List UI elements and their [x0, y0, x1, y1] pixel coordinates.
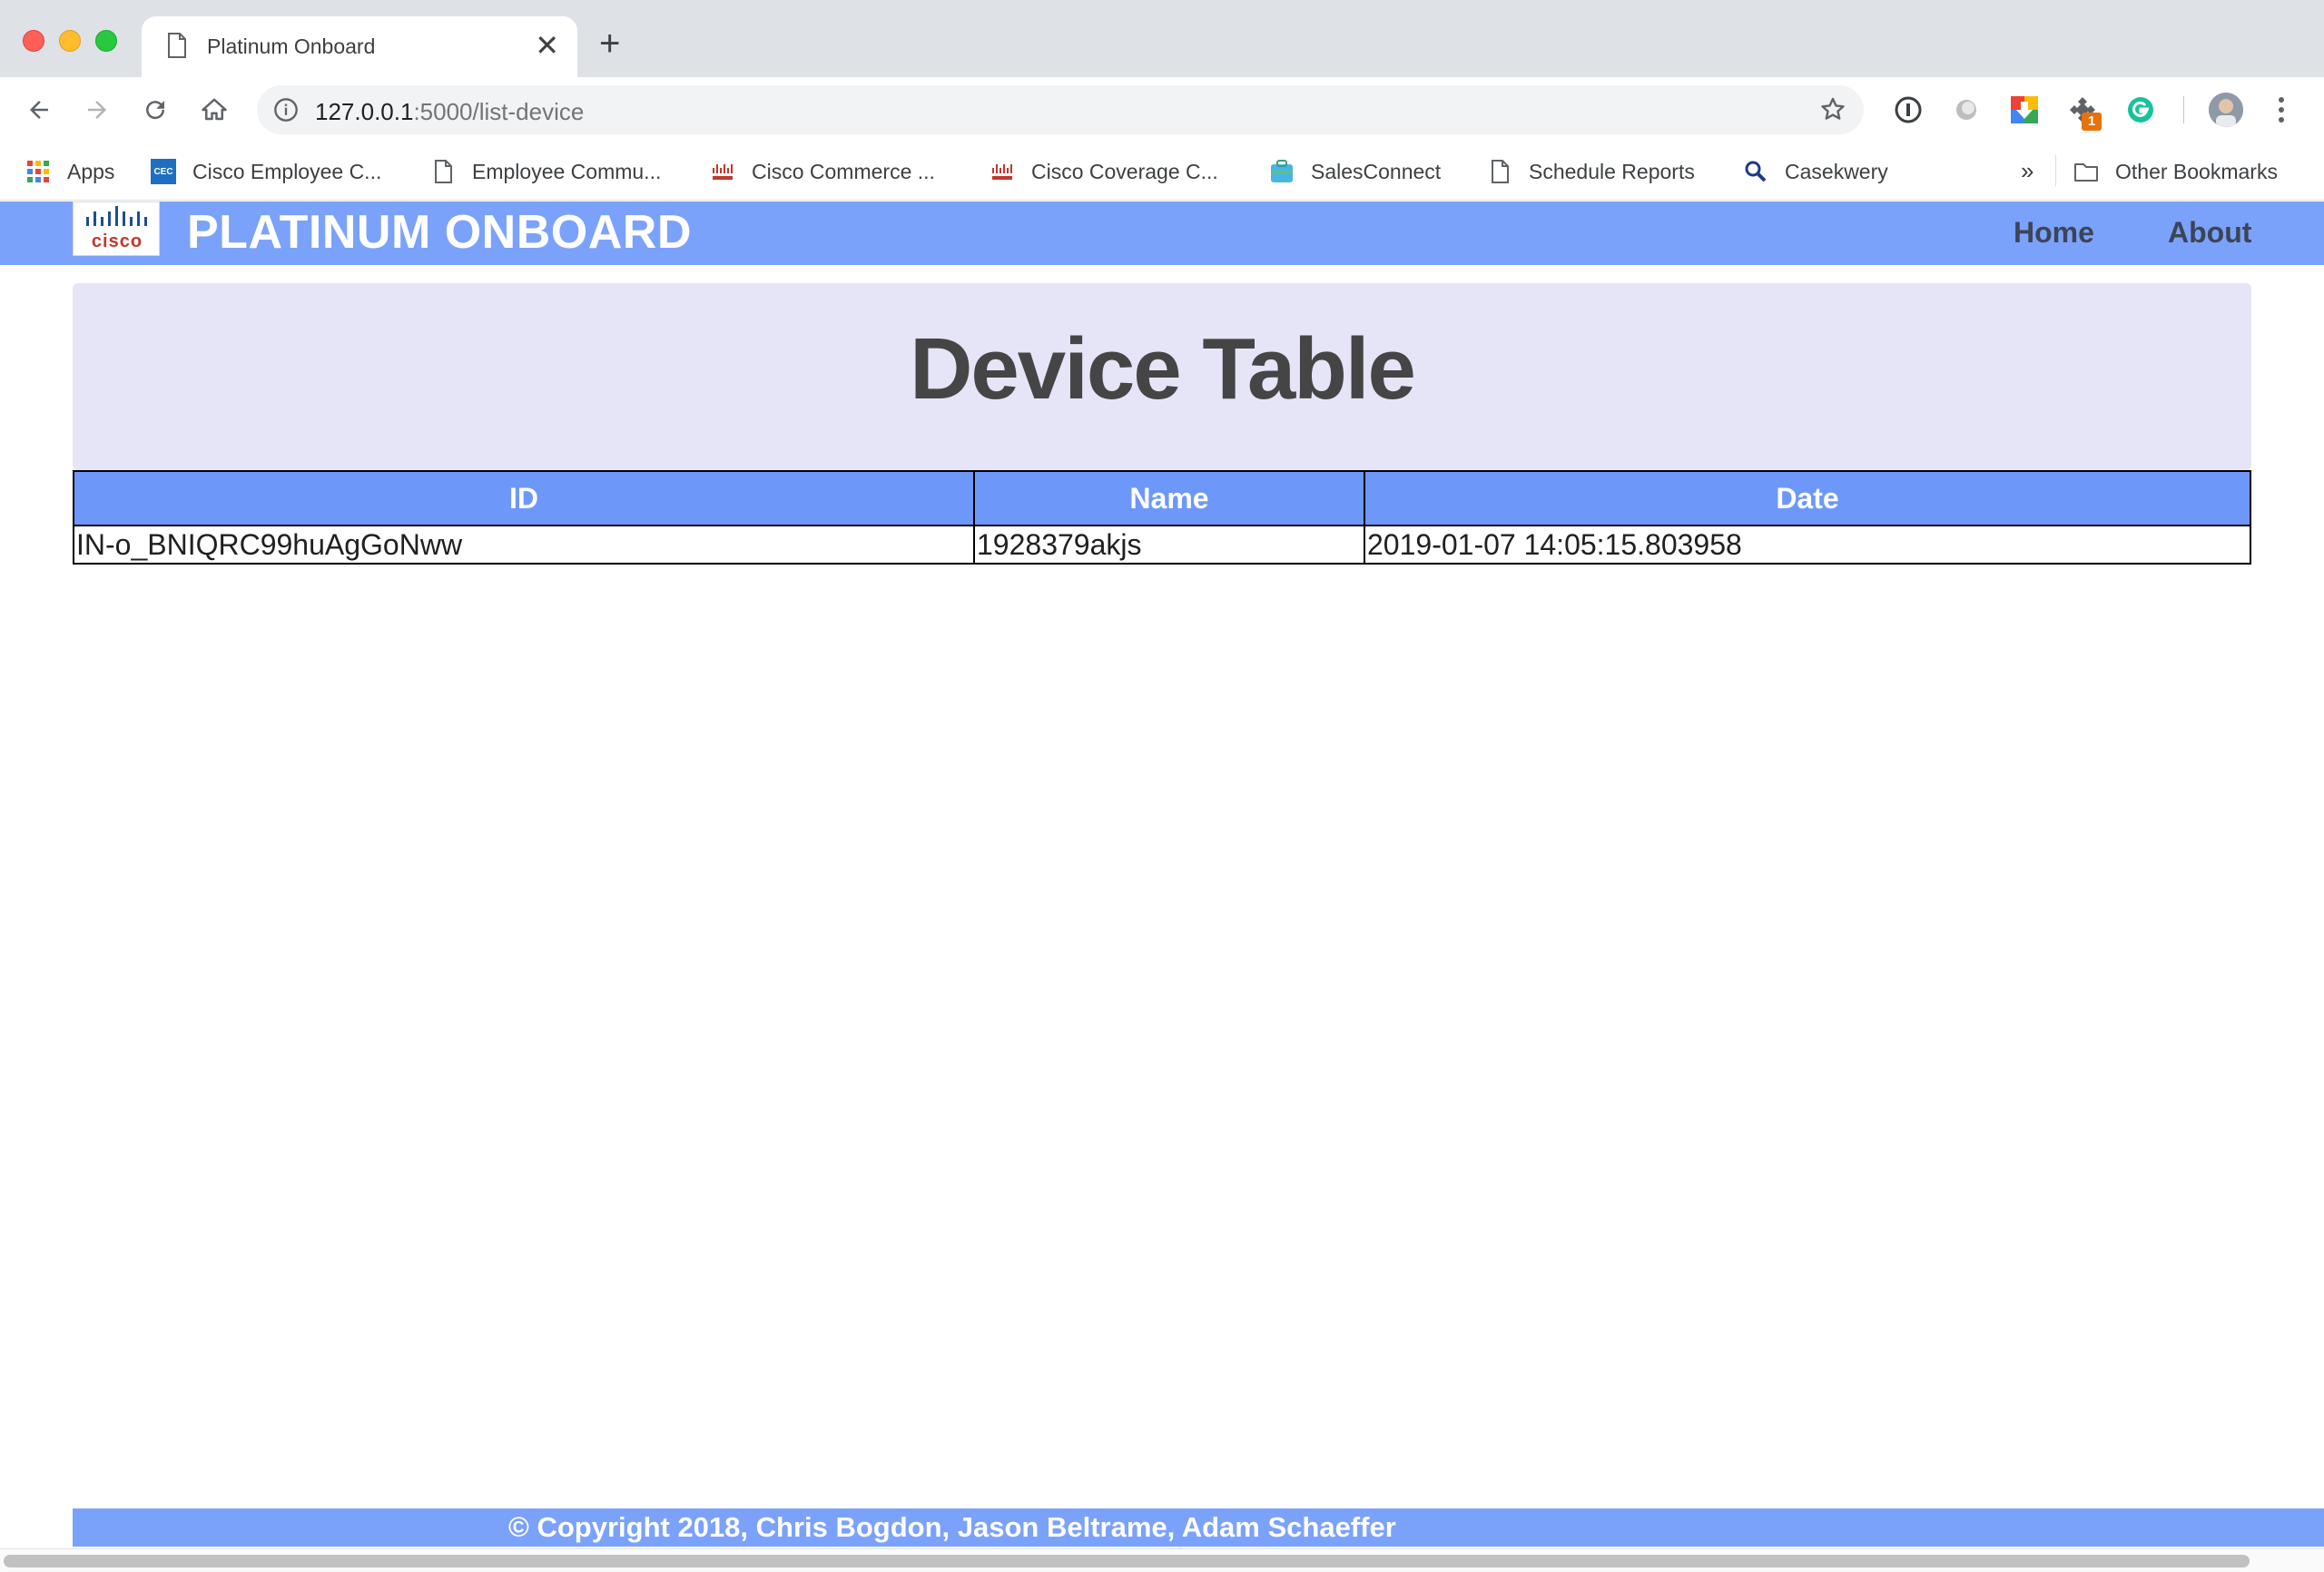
cec-icon: CEC	[151, 159, 176, 184]
bookmark-label: SalesConnect	[1311, 159, 1442, 183]
cisco-icon	[713, 164, 733, 180]
window-minimize-button[interactable]	[59, 30, 81, 52]
scrollbar-thumb[interactable]	[4, 1555, 2250, 1567]
device-table: ID Name Date IN-o_BNIQRC99huAgGoNww 1928…	[73, 470, 2251, 565]
cell-date: 2019-01-07 14:05:15.803958	[1364, 525, 2251, 565]
reload-button[interactable]	[135, 90, 175, 130]
browser-menu-icon[interactable]	[2277, 93, 2286, 126]
back-button[interactable]	[19, 90, 59, 130]
site-footer: © Copyright 2018, Chris Bogdon, Jason Be…	[73, 1508, 2324, 1547]
arrow-forward-icon	[88, 101, 106, 119]
bookmark-label: Casekwery	[1785, 159, 1888, 183]
bookmark-label: Apps	[67, 159, 115, 183]
bookmark-label: Cisco Employee C...	[192, 159, 382, 183]
page-title: Device Table	[910, 320, 1416, 418]
page-icon	[435, 160, 452, 183]
bookmark-star-icon[interactable]	[1818, 95, 1847, 124]
forward-button[interactable]	[77, 90, 117, 130]
cisco-logo[interactable]: cisco	[73, 201, 160, 256]
column-header-date: Date	[1364, 470, 2251, 526]
bookmark-label: Employee Commu...	[472, 159, 662, 183]
bookmark-cisco-coverage[interactable]: Cisco Coverage C...	[990, 155, 1218, 188]
site-info-icon[interactable]	[273, 97, 299, 123]
bookmarks-separator	[2055, 155, 2056, 186]
bookmarks-overflow-button[interactable]: »	[2021, 157, 2034, 185]
site-navbar: cisco PLATINUM ONBOARD Home About	[0, 201, 2324, 265]
page-header: Device Table	[73, 283, 2251, 470]
address-bar[interactable]: 127.0.0.1:5000/list-device	[257, 85, 1864, 134]
bookmark-label: Cisco Coverage C...	[1031, 159, 1218, 183]
circle-extension-icon[interactable]	[1951, 94, 1982, 125]
other-bookmarks-folder[interactable]: Other Bookmarks	[2073, 155, 2278, 188]
bookmark-salesconnect[interactable]: SalesConnect	[1269, 155, 1441, 188]
logo-text: cisco	[91, 231, 143, 251]
search-icon	[1745, 161, 1767, 182]
page-icon	[168, 33, 186, 58]
home-button[interactable]	[194, 90, 234, 130]
home-icon	[202, 98, 227, 121]
url-text: 127.0.0.1:5000/list-device	[315, 98, 585, 125]
new-tab-button[interactable]: +	[599, 25, 620, 62]
page-icon	[1492, 160, 1509, 183]
copyright-text: © Copyright 2018, Chris Bogdon, Jason Be…	[508, 1511, 1396, 1543]
bookmark-label: Cisco Commerce ...	[752, 159, 935, 183]
column-header-name: Name	[973, 470, 1365, 526]
puzzle-extension-button[interactable]: 1	[2067, 94, 2103, 134]
salesconnect-icon	[1271, 160, 1293, 182]
bookmark-schedule-reports[interactable]: Schedule Reports	[1487, 155, 1695, 188]
tab-close-icon[interactable]: ✕	[535, 29, 559, 62]
table-header-row: ID Name Date	[73, 470, 2251, 526]
download-extension-icon[interactable]	[2009, 94, 2040, 125]
cell-name: 1928379akjs	[973, 525, 1365, 565]
toolbar-separator	[2183, 96, 2184, 123]
table-row: IN-o_BNIQRC99huAgGoNww 1928379akjs 2019-…	[73, 525, 2251, 565]
site-brand[interactable]: PLATINUM ONBOARD	[187, 205, 692, 260]
tab-title: Platinum Onboard	[207, 34, 376, 58]
cell-id: IN-o_BNIQRC99huAgGoNww	[73, 525, 975, 565]
profile-avatar[interactable]	[2209, 93, 2243, 127]
bookmark-label: Schedule Reports	[1529, 159, 1695, 183]
grammarly-extension-icon[interactable]	[2125, 94, 2156, 125]
bookmark-employee-commu[interactable]: Employee Commu...	[430, 155, 661, 188]
arrow-back-icon	[30, 101, 48, 119]
cisco-icon	[992, 164, 1012, 180]
nav-about-link[interactable]: About	[2168, 216, 2251, 250]
horizontal-scrollbar[interactable]	[0, 1548, 2324, 1572]
bookmark-cisco-commerce[interactable]: Cisco Commerce ...	[710, 155, 935, 188]
window-close-button[interactable]	[23, 30, 44, 52]
window-zoom-button[interactable]	[95, 30, 117, 52]
nav-home-link[interactable]: Home	[2014, 216, 2094, 250]
reload-icon	[146, 101, 165, 120]
column-header-id: ID	[73, 470, 975, 526]
password-manager-extension-icon[interactable]	[1893, 94, 1924, 125]
user-avatar-icon	[2209, 93, 2243, 127]
tab-strip: Platinum Onboard ✕ +	[0, 0, 2324, 77]
apps-grid-icon	[27, 161, 49, 182]
bookmark-casekwery[interactable]: Casekwery	[1743, 155, 1888, 188]
folder-icon	[2074, 163, 2098, 182]
bookmark-cisco-employee[interactable]: CEC Cisco Employee C...	[151, 155, 381, 188]
bookmark-label: Other Bookmarks	[2115, 159, 2278, 183]
bookmarks-bar: Apps CEC Cisco Employee C... Employee Co…	[0, 142, 2324, 201]
browser-tab-active[interactable]: Platinum Onboard ✕	[142, 16, 577, 77]
extension-badge: 1	[2082, 113, 2102, 131]
bookmark-apps[interactable]: Apps	[25, 155, 114, 188]
